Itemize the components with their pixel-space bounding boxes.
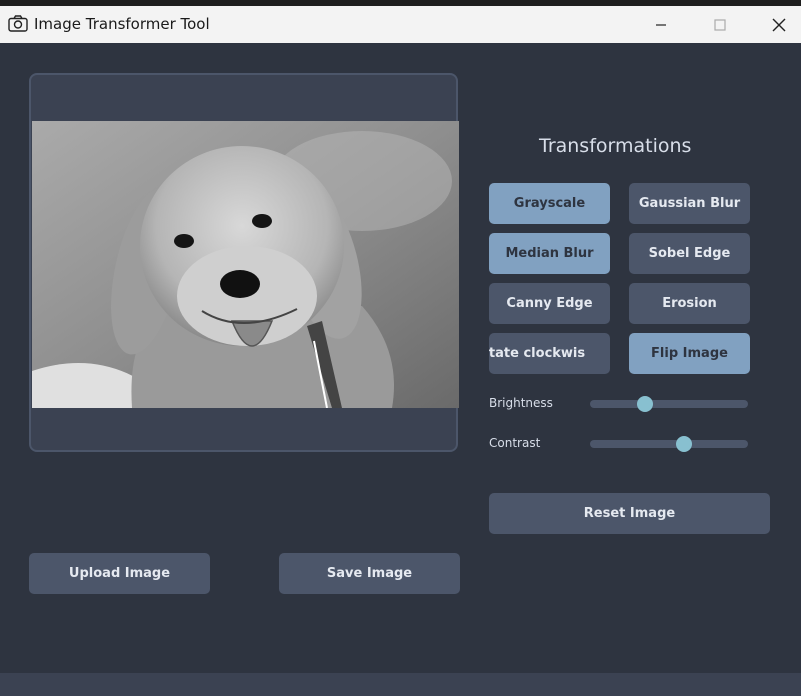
- maximize-button[interactable]: [697, 6, 743, 43]
- brightness-slider-track[interactable]: [590, 400, 748, 408]
- median-blur-button[interactable]: Median Blur: [489, 233, 610, 274]
- contrast-slider-track[interactable]: [590, 440, 748, 448]
- minimize-button[interactable]: [638, 6, 684, 43]
- preview-image: [32, 121, 459, 408]
- brightness-slider-handle[interactable]: [637, 396, 653, 412]
- minimize-icon: [656, 23, 666, 26]
- close-icon: [772, 18, 786, 31]
- sobel-edge-button[interactable]: Sobel Edge: [629, 233, 750, 274]
- window-title: Image Transformer Tool: [34, 15, 210, 33]
- rotate-clockwise-label: otate clockwis: [489, 346, 586, 361]
- grayscale-button[interactable]: Grayscale: [489, 183, 610, 224]
- image-preview-panel: [29, 73, 459, 452]
- contrast-slider-handle[interactable]: [676, 436, 692, 452]
- camera-icon: [8, 15, 28, 32]
- flip-image-button[interactable]: Flip Image: [629, 333, 750, 374]
- title-bar: Image Transformer Tool: [0, 6, 801, 43]
- canny-edge-button[interactable]: Canny Edge: [489, 283, 610, 324]
- brightness-label: Brightness: [489, 396, 553, 410]
- contrast-label: Contrast: [489, 436, 541, 450]
- close-button[interactable]: [756, 6, 801, 43]
- rotate-clockwise-button[interactable]: otate clockwis: [489, 333, 610, 374]
- save-image-button[interactable]: Save Image: [279, 553, 460, 594]
- bottom-bar: [0, 673, 801, 696]
- reset-image-button[interactable]: Reset Image: [489, 493, 770, 534]
- erosion-button[interactable]: Erosion: [629, 283, 750, 324]
- upload-image-button[interactable]: Upload Image: [29, 553, 210, 594]
- maximize-icon: [714, 18, 726, 31]
- gaussian-blur-button[interactable]: Gaussian Blur: [629, 183, 750, 224]
- transformations-heading: Transformations: [539, 135, 692, 157]
